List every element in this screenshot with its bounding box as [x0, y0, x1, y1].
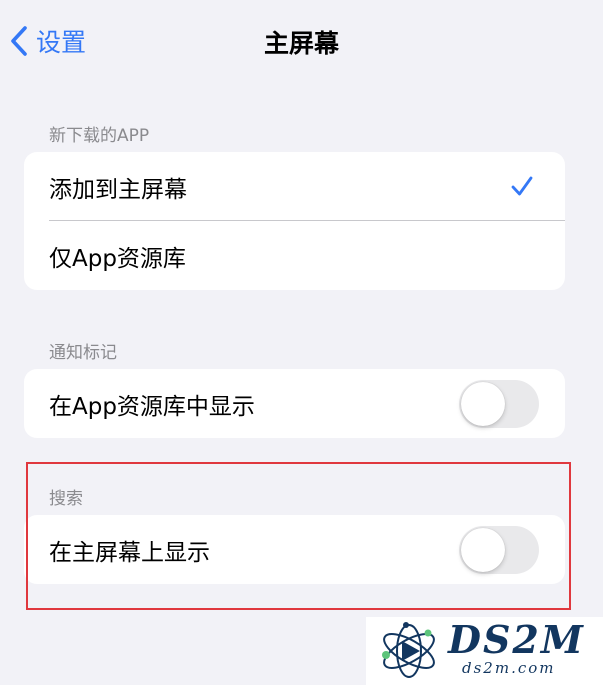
section-header-notification-badges: 通知标记	[49, 343, 117, 363]
option-label: 仅App资源库	[49, 245, 186, 272]
show-in-app-library-toggle[interactable]	[459, 380, 539, 428]
row-label: 在App资源库中显示	[49, 393, 255, 420]
page-title: 主屏幕	[263, 29, 339, 58]
row-show-in-app-library: 在App资源库中显示	[24, 369, 565, 438]
new-downloads-group: 添加到主屏幕 仅App资源库	[24, 152, 565, 290]
watermark: DS2M ds2m.com	[366, 617, 603, 685]
option-app-library-only[interactable]: 仅App资源库	[24, 221, 565, 290]
highlight-box	[26, 462, 571, 610]
option-add-to-home-screen[interactable]: 添加到主屏幕	[24, 152, 565, 221]
notification-badges-group: 在App资源库中显示	[24, 369, 565, 438]
section-header-new-downloads: 新下载的APP	[49, 126, 150, 146]
atom-logo-icon	[382, 622, 435, 678]
watermark-url: ds2m.com	[462, 659, 556, 677]
watermark-brand: DS2M	[448, 617, 585, 662]
toggle-knob	[461, 382, 505, 426]
navigation-bar: 设置 主屏幕	[0, 0, 603, 82]
option-label: 添加到主屏幕	[49, 176, 187, 203]
checkmark-icon	[511, 176, 533, 196]
